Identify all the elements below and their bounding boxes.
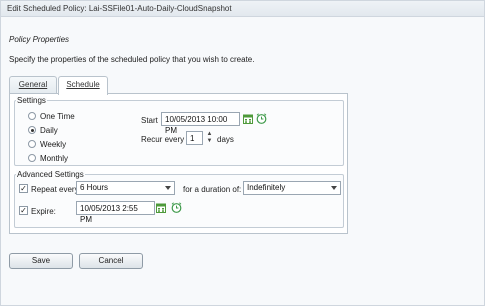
radio-daily[interactable]: Daily <box>28 125 58 135</box>
tab-schedule[interactable]: Schedule <box>58 76 108 95</box>
start-datetime-field[interactable]: 10/05/2013 10:00 PM <box>161 112 240 135</box>
recur-every-input[interactable]: 1 <box>186 131 203 145</box>
save-button[interactable]: Save <box>9 253 73 269</box>
clock-icon[interactable] <box>171 202 182 213</box>
duration-select[interactable]: Indefinitely <box>243 181 341 195</box>
chevron-down-icon <box>331 186 337 190</box>
radio-label: Weekly <box>40 139 67 149</box>
expire-checkbox[interactable]: ✓ <box>19 206 28 215</box>
expire-datetime-field[interactable]: 10/05/2013 2:55 PM <box>76 201 155 224</box>
radio-weekly[interactable]: Weekly <box>28 139 66 149</box>
advanced-settings-group-label: Advanced Settings <box>16 170 85 179</box>
radio-button[interactable] <box>28 154 36 162</box>
window-title: Edit Scheduled Policy: Lai-SSFile01-Auto… <box>7 4 232 13</box>
page-heading: Policy Properties <box>9 35 70 44</box>
radio-button-selected[interactable] <box>28 126 36 134</box>
radio-label: One Time <box>40 111 75 121</box>
duration-label: for a duration of: <box>183 185 242 194</box>
clock-icon[interactable] <box>256 113 267 124</box>
recur-unit-label: days <box>217 135 234 144</box>
calendar-icon[interactable] <box>243 114 253 124</box>
repeat-every-value: 6 Hours <box>80 183 109 192</box>
chevron-down-icon <box>165 186 171 190</box>
repeat-checkbox[interactable]: ✓ <box>19 184 28 193</box>
schedule-tab-panel: Settings One Time Daily Weekly Monthly S… <box>9 93 348 234</box>
radio-one-time[interactable]: One Time <box>28 111 75 121</box>
radio-monthly[interactable]: Monthly <box>28 153 68 163</box>
settings-group-label: Settings <box>16 96 47 105</box>
radio-label: Daily <box>40 125 58 135</box>
radio-label: Monthly <box>40 153 69 163</box>
start-label: Start <box>141 116 158 125</box>
repeat-label: Repeat every: <box>31 185 81 194</box>
recur-spinner[interactable]: ▲ ▼ <box>206 131 213 145</box>
repeat-every-select[interactable]: 6 Hours <box>76 181 175 195</box>
duration-value: Indefinitely <box>247 183 286 192</box>
calendar-icon[interactable] <box>156 203 166 213</box>
expire-label: Expire: <box>31 207 56 216</box>
cancel-button[interactable]: Cancel <box>79 253 143 269</box>
dialog-window: Edit Scheduled Policy: Lai-SSFile01-Auto… <box>0 0 485 306</box>
radio-button[interactable] <box>28 140 36 148</box>
tab-general[interactable]: General <box>9 76 57 94</box>
spin-down-icon[interactable]: ▼ <box>206 138 213 145</box>
spin-up-icon[interactable]: ▲ <box>206 131 213 138</box>
page-description: Specify the properties of the scheduled … <box>9 55 255 64</box>
radio-button[interactable] <box>28 112 36 120</box>
title-bar: Edit Scheduled Policy: Lai-SSFile01-Auto… <box>1 1 484 17</box>
recur-label: Recur every <box>141 135 185 144</box>
